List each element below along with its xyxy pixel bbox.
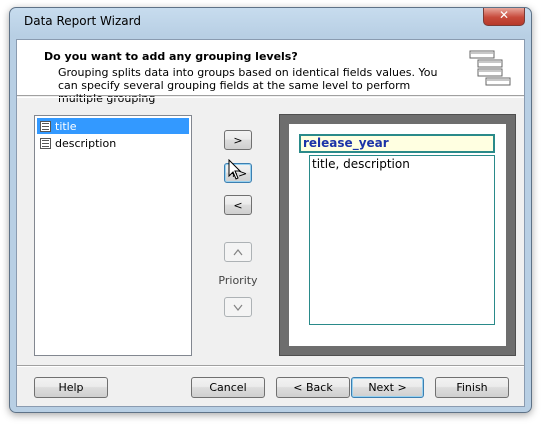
footer-separator-highlight — [17, 366, 524, 367]
field-item-description[interactable]: description — [37, 135, 189, 151]
add-field-button[interactable]: > — [224, 130, 252, 150]
field-item-label: description — [55, 136, 117, 150]
next-button[interactable]: Next > — [351, 377, 424, 398]
title-bar[interactable]: Data Report Wizard ✕ — [10, 8, 531, 34]
chevron-up-icon — [233, 248, 243, 255]
grouping-levels-icon — [469, 50, 511, 86]
mouse-pointer-icon — [228, 159, 242, 180]
wizard-window: Data Report Wizard ✕ Do you want to add … — [9, 7, 532, 413]
priority-down-button[interactable] — [224, 297, 252, 317]
chevron-down-icon — [233, 304, 243, 311]
back-button[interactable]: < Back — [276, 377, 350, 398]
window-title: Data Report Wizard — [24, 14, 141, 28]
field-item-label: title — [55, 119, 77, 133]
field-icon — [40, 137, 51, 149]
page-description: Grouping splits data into groups based o… — [58, 66, 438, 105]
help-button[interactable]: Help — [34, 377, 108, 398]
header-separator — [17, 97, 524, 98]
wizard-header: Do you want to add any grouping levels? … — [17, 40, 524, 105]
preview-page: release_year title, description — [289, 124, 506, 346]
finish-button[interactable]: Finish — [435, 377, 509, 398]
group-level-header[interactable]: release_year — [299, 134, 495, 153]
priority-label: Priority — [218, 274, 258, 287]
grouping-preview: release_year title, description — [279, 114, 516, 356]
close-button[interactable]: ✕ — [483, 8, 525, 26]
wizard-client-area: Do you want to add any grouping levels? … — [16, 39, 525, 407]
page-title: Do you want to add any grouping levels? — [44, 50, 298, 63]
detail-fields-box: title, description — [309, 155, 495, 325]
field-icon — [40, 120, 51, 132]
priority-up-button[interactable] — [224, 242, 252, 262]
close-icon: ✕ — [498, 8, 510, 22]
cancel-button[interactable]: Cancel — [191, 377, 265, 398]
field-item-title[interactable]: title — [37, 118, 189, 134]
available-fields-list[interactable]: title description — [34, 115, 192, 356]
remove-field-button[interactable]: < — [224, 195, 252, 215]
